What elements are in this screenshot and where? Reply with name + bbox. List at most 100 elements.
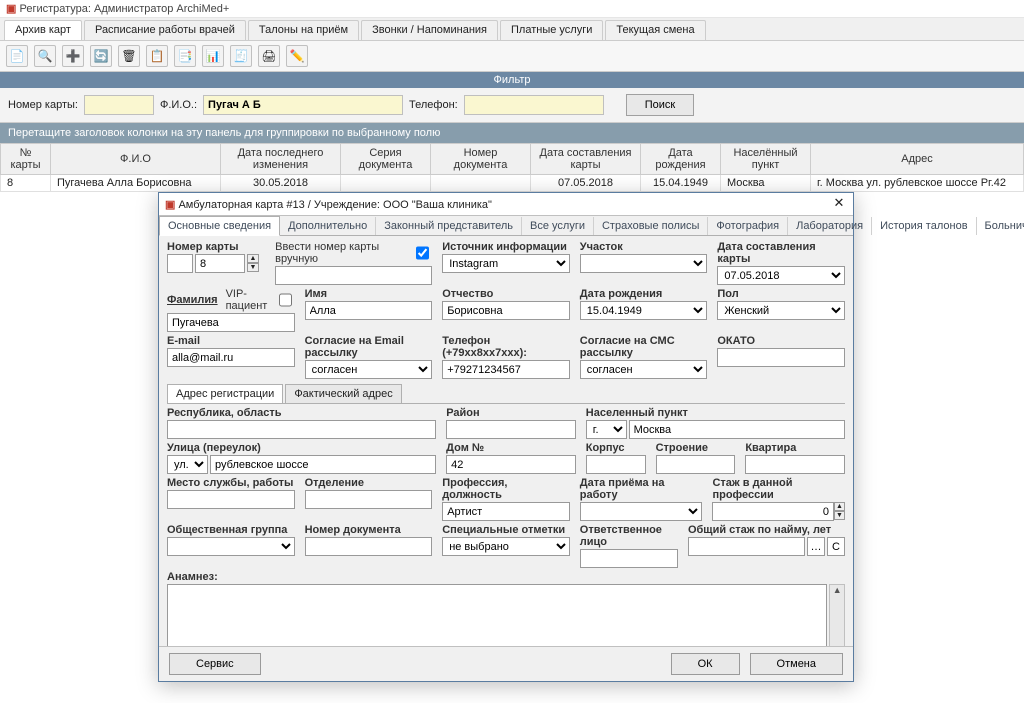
anamnesis-textarea[interactable] bbox=[167, 584, 827, 646]
social-group-select[interactable] bbox=[167, 537, 295, 556]
street-input[interactable] bbox=[210, 455, 436, 474]
col-address[interactable]: Адрес bbox=[811, 144, 1024, 175]
site-select[interactable] bbox=[580, 254, 708, 273]
tb-icon-5[interactable]: 🗑 bbox=[118, 45, 140, 67]
total-exp-input[interactable] bbox=[688, 537, 805, 556]
col-dob[interactable]: Дата рождения bbox=[641, 144, 721, 175]
sex-select[interactable]: Женский bbox=[717, 301, 845, 320]
tb-icon-3[interactable]: ➕ bbox=[62, 45, 84, 67]
card-spinner[interactable]: ▲▼ bbox=[247, 254, 259, 273]
email-input[interactable] bbox=[167, 348, 295, 367]
tab-tickets[interactable]: Талоны на приём bbox=[248, 20, 359, 40]
lbl-source: Источник информации bbox=[442, 241, 570, 253]
ok-button[interactable]: ОК bbox=[671, 653, 740, 675]
tab-calls[interactable]: Звонки / Напоминания bbox=[361, 20, 498, 40]
responsible-input[interactable] bbox=[580, 549, 678, 568]
family-input[interactable] bbox=[167, 313, 295, 332]
manual-card-input[interactable] bbox=[275, 266, 432, 285]
patronymic-input[interactable] bbox=[442, 301, 570, 320]
col-city[interactable]: Населённый пункт bbox=[721, 144, 811, 175]
col-doc-series[interactable]: Серия документа bbox=[341, 144, 431, 175]
hire-date-input[interactable] bbox=[580, 502, 703, 521]
lbl-workplace: Место службы, работы bbox=[167, 477, 295, 489]
korpus-input[interactable] bbox=[586, 455, 646, 474]
group-hint-bar[interactable]: Перетащите заголовок колонки на эту пане… bbox=[0, 123, 1024, 143]
search-phone-input[interactable] bbox=[464, 95, 604, 115]
tb-icon-9[interactable]: 🧾 bbox=[230, 45, 252, 67]
col-fio[interactable]: Ф.И.О bbox=[51, 144, 221, 175]
source-select[interactable]: Instagram bbox=[442, 254, 570, 273]
close-icon[interactable]: ✕ bbox=[831, 196, 847, 212]
filter-bar[interactable]: Фильтр bbox=[0, 72, 1024, 88]
card-date-input[interactable]: 07.05.2018 bbox=[717, 266, 845, 285]
city-type-select[interactable]: г. bbox=[586, 420, 627, 439]
tb-icon-2[interactable]: 🔍 bbox=[34, 45, 56, 67]
dlg-tab-lab[interactable]: Лаборатория bbox=[788, 217, 872, 235]
service-button[interactable]: Сервис bbox=[169, 653, 261, 675]
cell-address: г. Москва ул. рублевское шоссе Рг.42 bbox=[811, 175, 1024, 192]
flat-input[interactable] bbox=[745, 455, 845, 474]
table-row[interactable]: 8 Пугачева Алла Борисовна 30.05.2018 07.… bbox=[1, 175, 1024, 192]
dlg-tab-photo[interactable]: Фотография bbox=[708, 217, 788, 235]
search-card-input[interactable] bbox=[84, 95, 154, 115]
house-input[interactable] bbox=[446, 455, 576, 474]
tb-icon-7[interactable]: 📑 bbox=[174, 45, 196, 67]
experience-spinner[interactable]: ▲▼ bbox=[834, 502, 845, 521]
search-button[interactable]: Поиск bbox=[626, 94, 694, 116]
department-input[interactable] bbox=[305, 490, 433, 509]
street-type-select[interactable]: ул. bbox=[167, 455, 208, 474]
workplace-input[interactable] bbox=[167, 490, 295, 509]
tb-icon-6[interactable]: 📋 bbox=[146, 45, 168, 67]
city-input[interactable] bbox=[629, 420, 845, 439]
dlg-tab-services[interactable]: Все услуги bbox=[522, 217, 594, 235]
district-input[interactable] bbox=[446, 420, 576, 439]
dlg-tab-legal[interactable]: Законный представитель bbox=[376, 217, 522, 235]
tab-paid[interactable]: Платные услуги bbox=[500, 20, 603, 40]
col-doc-no[interactable]: Номер документа bbox=[431, 144, 531, 175]
search-fio-input[interactable] bbox=[203, 95, 403, 115]
tab-shift[interactable]: Текущая смена bbox=[605, 20, 705, 40]
cancel-button[interactable]: Отмена bbox=[750, 653, 843, 675]
col-last-changed[interactable]: Дата последнего изменения bbox=[221, 144, 341, 175]
card-dialog: ▣ Амбулаторная карта #13 / Учреждение: О… bbox=[158, 192, 854, 682]
tab-schedule[interactable]: Расписание работы врачей bbox=[84, 20, 246, 40]
calc-button[interactable]: С bbox=[827, 537, 845, 556]
lbl-family: Фамилия bbox=[167, 294, 218, 306]
lbl-social-group: Общественная группа bbox=[167, 524, 295, 536]
profession-input[interactable] bbox=[442, 502, 570, 521]
tb-icon-4[interactable]: 🔄 bbox=[90, 45, 112, 67]
name-input[interactable] bbox=[305, 301, 433, 320]
tab-archive[interactable]: Архив карт bbox=[4, 20, 82, 40]
building-input[interactable] bbox=[656, 455, 736, 474]
tb-icon-11[interactable]: ✏️ bbox=[286, 45, 308, 67]
tb-icon-8[interactable]: 📊 bbox=[202, 45, 224, 67]
lbl-republic: Республика, область bbox=[167, 407, 436, 419]
dlg-tab-tickets[interactable]: История талонов bbox=[872, 217, 976, 235]
tb-icon-1[interactable]: 📄 bbox=[6, 45, 28, 67]
email-consent-select[interactable]: согласен bbox=[305, 360, 433, 379]
card-number-input[interactable] bbox=[195, 254, 245, 273]
sms-consent-select[interactable]: согласен bbox=[580, 360, 708, 379]
card-prefix-input[interactable] bbox=[167, 254, 193, 273]
phone-input[interactable] bbox=[442, 360, 570, 379]
manual-card-checkbox[interactable] bbox=[416, 246, 429, 260]
doc-number-input[interactable] bbox=[305, 537, 433, 556]
special-notes-select[interactable]: не выбрано bbox=[442, 537, 570, 556]
dlg-tab-insurance[interactable]: Страховые полисы bbox=[594, 217, 708, 235]
lookup-button[interactable]: … bbox=[807, 537, 825, 556]
tb-icon-10[interactable]: 🖨 bbox=[258, 45, 280, 67]
dlg-tab-main[interactable]: Основные сведения bbox=[159, 216, 280, 236]
okato-input[interactable] bbox=[717, 348, 845, 367]
republic-input[interactable] bbox=[167, 420, 436, 439]
anamnesis-scrollbar[interactable]: ▲▼ bbox=[829, 584, 845, 646]
col-card-date[interactable]: Дата составления карты bbox=[531, 144, 641, 175]
vip-checkbox[interactable] bbox=[279, 293, 292, 307]
lbl-special-notes: Специальные отметки bbox=[442, 524, 570, 536]
dlg-tab-sick[interactable]: Больничные bbox=[977, 217, 1024, 235]
col-card-no[interactable]: № карты bbox=[1, 144, 51, 175]
addr-tab-fact[interactable]: Фактический адрес bbox=[285, 384, 401, 403]
experience-input[interactable] bbox=[712, 502, 834, 521]
dlg-tab-extra[interactable]: Дополнительно bbox=[280, 217, 376, 235]
dob-input[interactable]: 15.04.1949 bbox=[580, 301, 708, 320]
addr-tab-reg[interactable]: Адрес регистрации bbox=[167, 384, 283, 403]
